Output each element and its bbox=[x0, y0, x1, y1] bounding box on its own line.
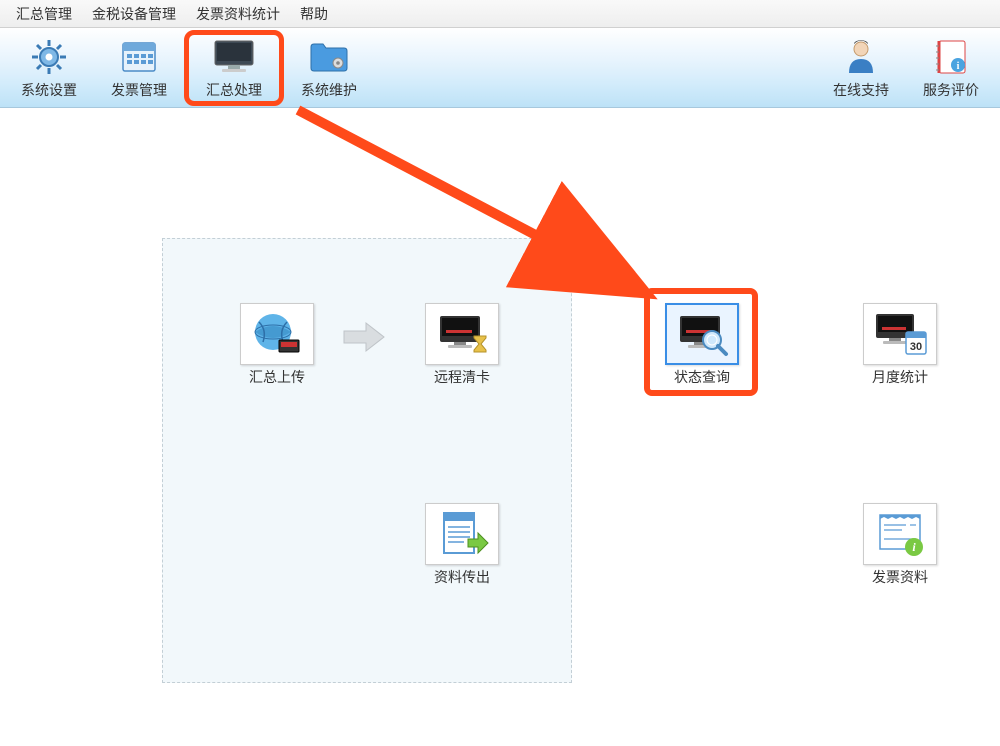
receipt-info-icon: i bbox=[872, 509, 928, 559]
calendar-day-text: 30 bbox=[910, 341, 922, 353]
notebook-info-icon: i bbox=[927, 36, 975, 78]
monitor-icon bbox=[210, 36, 258, 78]
calendar-grid-icon bbox=[115, 36, 163, 78]
icon-data-export-label: 资料传出 bbox=[420, 567, 504, 587]
document-export-icon bbox=[434, 509, 490, 559]
icon-status-query[interactable]: 状态查询 bbox=[660, 303, 744, 387]
icon-summary-upload[interactable]: 汇总上传 bbox=[235, 303, 319, 387]
gear-icon bbox=[25, 36, 73, 78]
menu-tax-device[interactable]: 金税设备管理 bbox=[82, 0, 186, 28]
toolbar-summary-process[interactable]: 汇总处理 bbox=[184, 30, 284, 106]
globe-upload-icon bbox=[249, 310, 305, 358]
content-area: 汇总上传 远程清卡 bbox=[0, 108, 1000, 746]
menu-help[interactable]: 帮助 bbox=[290, 0, 338, 28]
icon-monthly-stats-label: 月度统计 bbox=[858, 367, 942, 387]
svg-text:i: i bbox=[957, 61, 960, 72]
toolbar-system-maint[interactable]: 系统维护 bbox=[284, 30, 374, 106]
toolbar-service-rating-label: 服务评价 bbox=[923, 80, 979, 100]
toolbar-service-rating[interactable]: i 服务评价 bbox=[906, 30, 996, 106]
icon-monthly-stats[interactable]: 30 月度统计 bbox=[858, 303, 942, 387]
toolbar-system-settings[interactable]: 系统设置 bbox=[4, 30, 94, 106]
monitor-hourglass-icon bbox=[434, 310, 490, 358]
icon-invoice-data[interactable]: i 发票资料 bbox=[858, 503, 942, 587]
icon-data-export[interactable]: 资料传出 bbox=[420, 503, 504, 587]
monitor-magnify-icon bbox=[674, 310, 730, 358]
toolbar-invoice-mgmt[interactable]: 发票管理 bbox=[94, 30, 184, 106]
menu-summary[interactable]: 汇总管理 bbox=[6, 0, 82, 28]
folder-gear-icon bbox=[305, 36, 353, 78]
toolbar-summary-process-label: 汇总处理 bbox=[206, 80, 262, 100]
toolbar-invoice-mgmt-label: 发票管理 bbox=[111, 80, 167, 100]
menu-bar: 汇总管理 金税设备管理 发票资料统计 帮助 bbox=[0, 0, 1000, 28]
toolbar-online-support-label: 在线支持 bbox=[833, 80, 889, 100]
icon-summary-upload-label: 汇总上传 bbox=[235, 367, 319, 387]
icon-remote-clear-label: 远程清卡 bbox=[420, 367, 504, 387]
menu-invoice-stats[interactable]: 发票资料统计 bbox=[186, 0, 290, 28]
toolbar-online-support[interactable]: 在线支持 bbox=[816, 30, 906, 106]
toolbar: 系统设置 发票管理 bbox=[0, 28, 1000, 108]
monitor-calendar-icon: 30 bbox=[872, 310, 928, 358]
icon-remote-clear[interactable]: 远程清卡 bbox=[420, 303, 504, 387]
icon-status-query-label: 状态查询 bbox=[660, 367, 744, 387]
support-person-icon bbox=[837, 36, 885, 78]
toolbar-system-maint-label: 系统维护 bbox=[301, 80, 357, 100]
summary-group-panel bbox=[162, 238, 572, 683]
icon-invoice-data-label: 发票资料 bbox=[858, 567, 942, 587]
arrow-right-icon bbox=[340, 313, 388, 361]
toolbar-system-settings-label: 系统设置 bbox=[21, 80, 77, 100]
